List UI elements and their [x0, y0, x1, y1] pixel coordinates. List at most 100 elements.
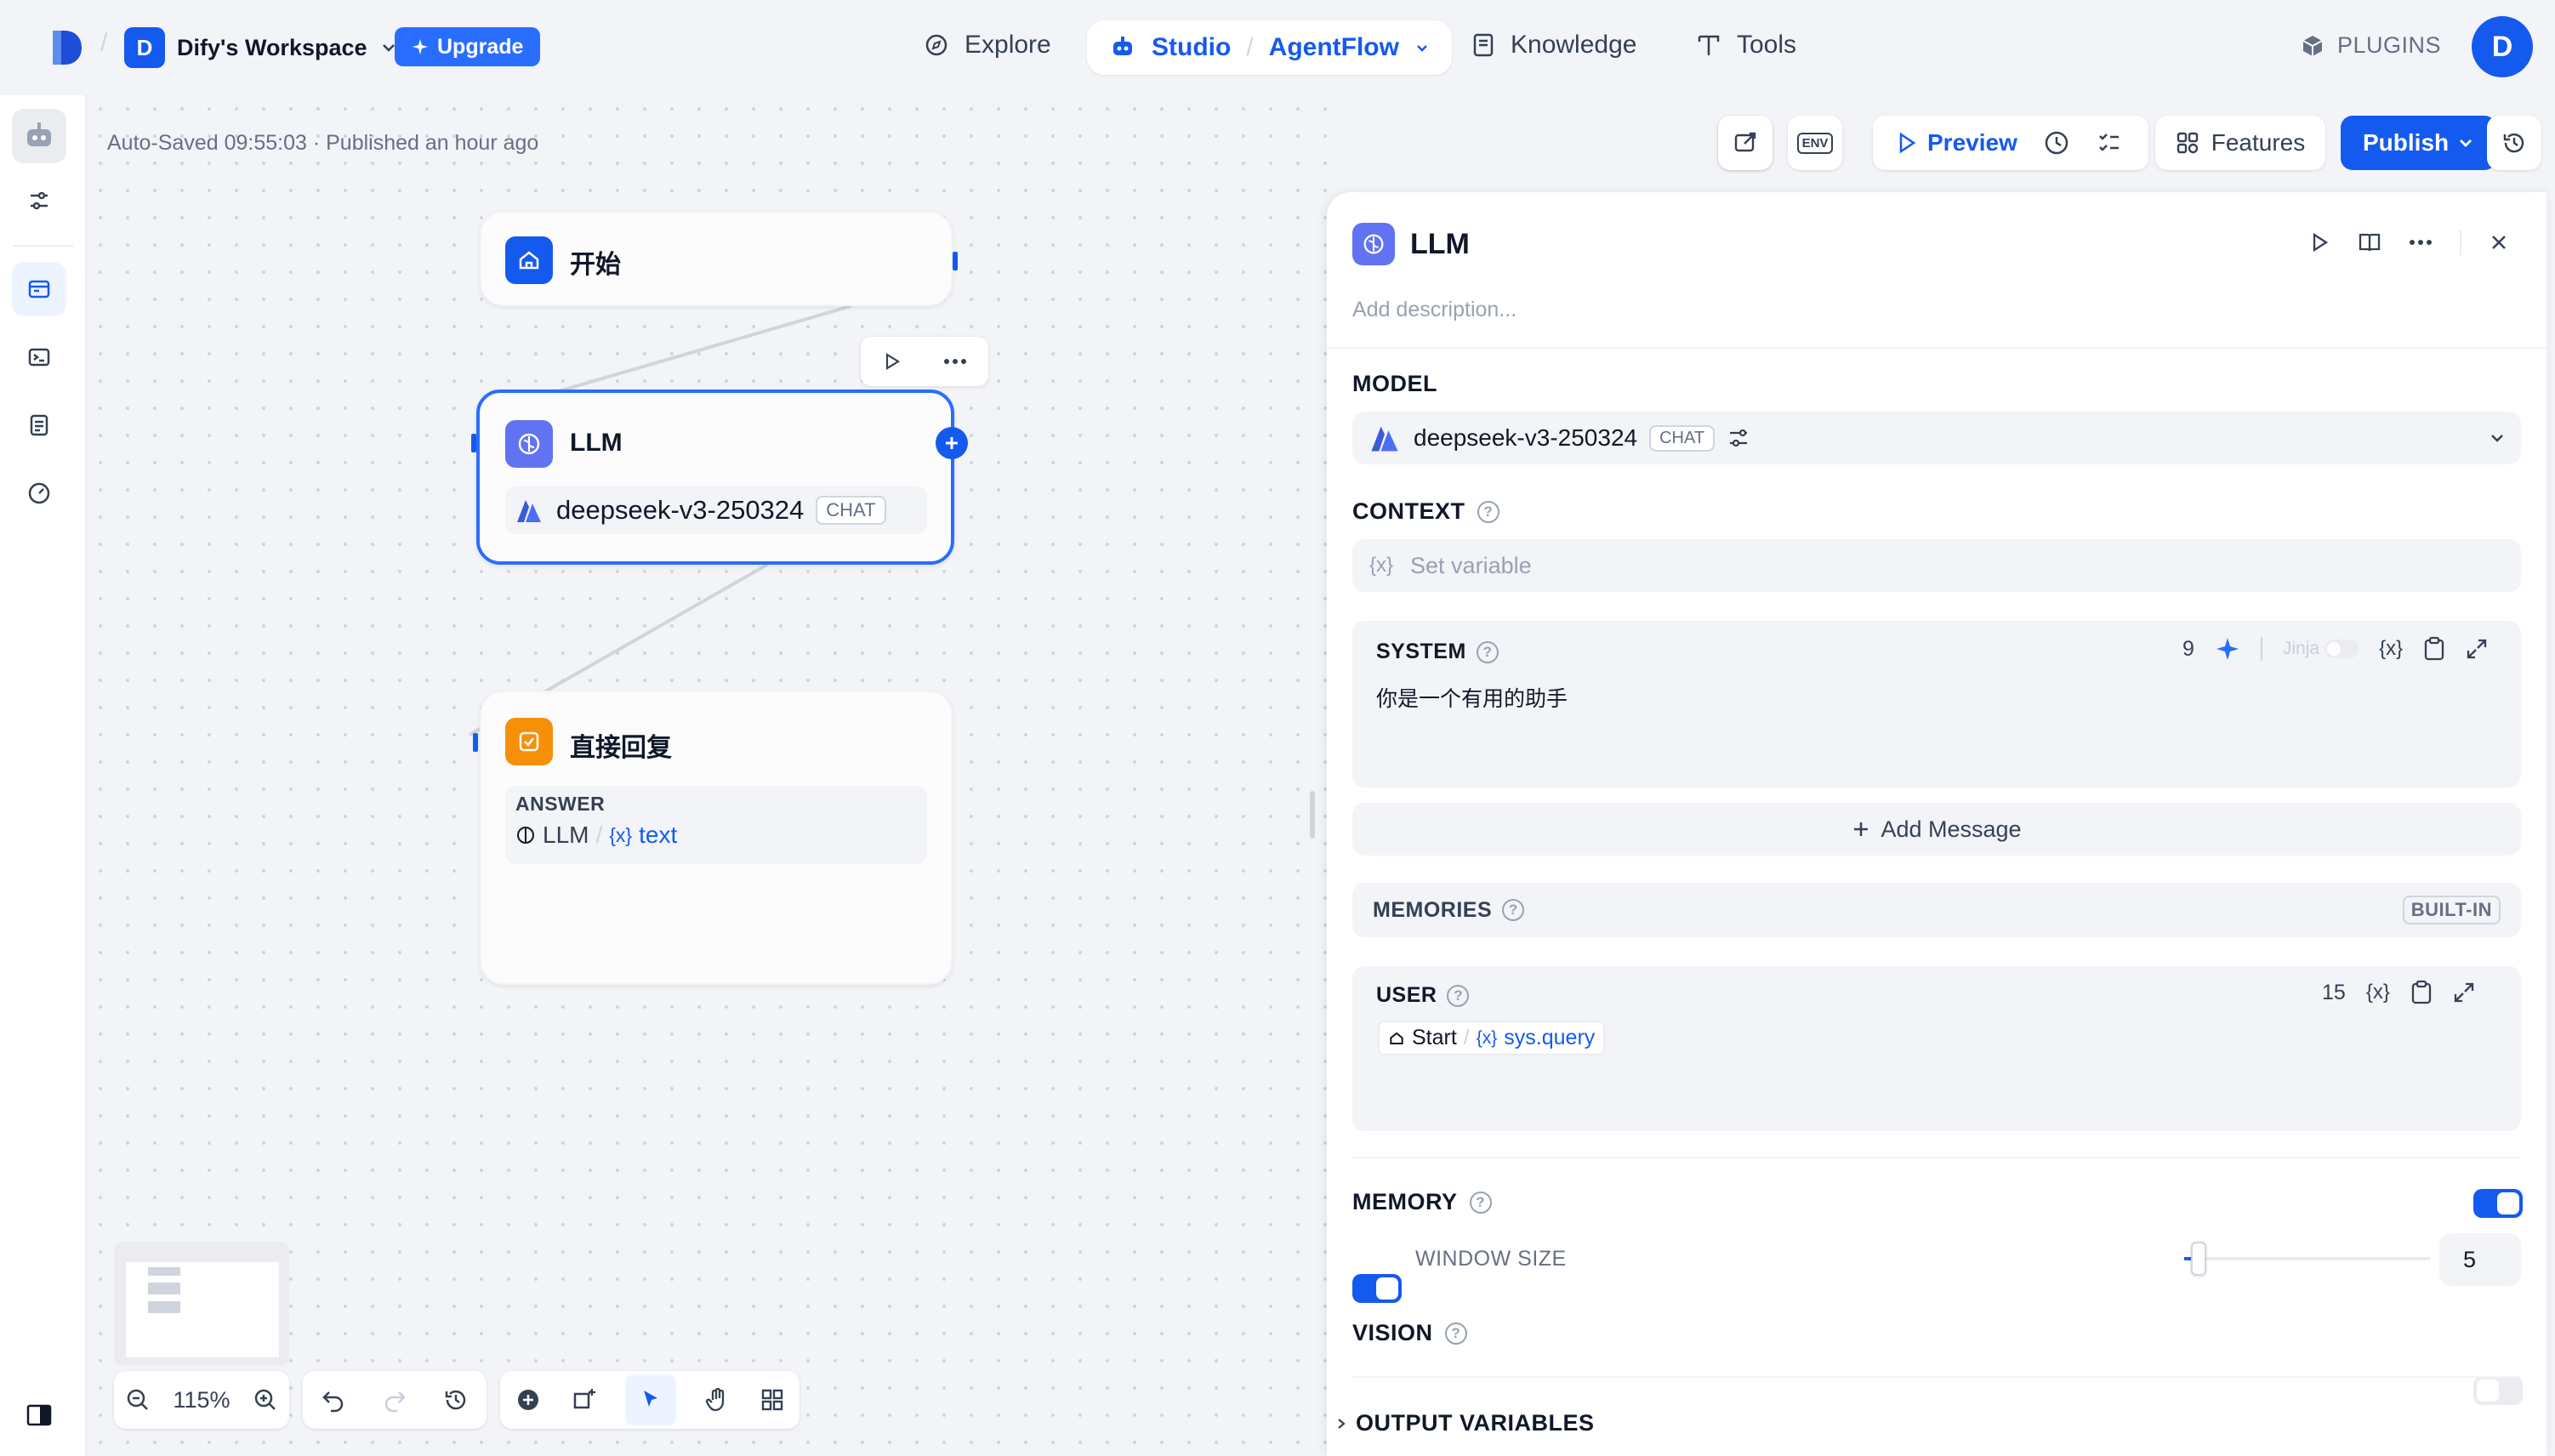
memory-toggle[interactable] [2473, 1189, 2523, 1218]
panel-resize-handle[interactable] [1310, 791, 1315, 839]
gauge-icon [28, 482, 50, 504]
publish-button[interactable]: Publish [2341, 116, 2497, 170]
start-node-handle[interactable] [953, 252, 958, 270]
user-var-name: sys.query [1504, 1026, 1596, 1049]
window-size-toggle[interactable] [1352, 1274, 1402, 1303]
insert-variable-icon[interactable]: {x} [2366, 981, 2390, 1004]
sidebar-item-orchestrate[interactable] [12, 262, 66, 316]
close-icon[interactable] [2489, 232, 2509, 253]
start-node[interactable]: 开始 [480, 211, 958, 306]
redo-icon[interactable] [382, 1387, 407, 1413]
zoom-out-icon[interactable] [125, 1387, 151, 1413]
zoom-in-icon[interactable] [253, 1387, 278, 1413]
avatar[interactable]: D [2472, 16, 2533, 77]
add-message-button[interactable]: Add Message [1352, 803, 2521, 856]
chevron-down-icon[interactable] [1414, 40, 1430, 55]
description-input[interactable]: Add description... [1352, 298, 1516, 322]
user-variable-tag[interactable]: Start / {x} sys.query [1378, 1021, 1606, 1055]
expand-icon[interactable] [2466, 638, 2488, 660]
sparkle-icon [413, 39, 428, 54]
upgrade-button[interactable]: Upgrade [395, 27, 541, 66]
nav-explore[interactable]: Explore [924, 31, 1051, 60]
output-variables-toggle[interactable]: OUTPUT VARIABLES [1335, 1410, 1595, 1436]
clipboard-icon[interactable] [2423, 636, 2445, 662]
plugins-button[interactable]: PLUGINS [2300, 32, 2441, 59]
window-size-slider[interactable] [2184, 1242, 2431, 1276]
env-icon: ENV [1796, 132, 1834, 154]
vision-toggle[interactable] [2473, 1376, 2523, 1405]
add-node-icon[interactable] [515, 1386, 542, 1413]
history-icon[interactable] [443, 1387, 469, 1413]
history-controls [303, 1371, 487, 1429]
slider-thumb[interactable] [2191, 1242, 2206, 1276]
pointer-mode-button[interactable] [624, 1374, 676, 1425]
clipboard-icon[interactable] [2410, 980, 2433, 1005]
image-edit-icon [1734, 132, 1756, 152]
help-icon[interactable]: ? [1469, 1191, 1492, 1214]
help-icon[interactable]: ? [1447, 984, 1470, 1007]
play-icon [1899, 132, 1916, 154]
jinja-switch[interactable] [2325, 640, 2359, 658]
hand-icon[interactable] [704, 1386, 731, 1413]
help-icon[interactable]: ? [1502, 899, 1525, 921]
history-run-icon[interactable] [2043, 129, 2070, 156]
preview-button[interactable]: Preview [1897, 129, 2017, 156]
context-variable-selector[interactable]: {x} Set variable [1352, 539, 2521, 592]
window-icon [28, 280, 50, 299]
insert-variable-icon[interactable]: {x} [2379, 637, 2403, 661]
llm-node-target-handle[interactable] [471, 434, 476, 452]
llm-node[interactable]: LLM deepseek-v3-250324 CHAT [471, 390, 968, 565]
sparkle-icon[interactable] [2215, 636, 2240, 662]
memories-section: MEMORIES ? BUILT-IN [1352, 883, 2521, 937]
more-icon[interactable] [942, 357, 968, 366]
system-prompt-text[interactable]: 你是一个有用的助手 [1376, 682, 1568, 713]
home-icon [505, 236, 553, 284]
nav-app-name[interactable]: AgentFlow [1269, 33, 1399, 62]
app-settings-button[interactable] [12, 173, 66, 228]
book-icon [1473, 33, 1494, 57]
book-open-icon[interactable] [2358, 231, 2381, 253]
memory-label: MEMORY [1352, 1189, 1458, 1214]
expand-icon[interactable] [2453, 981, 2475, 1004]
sidebar-item-api[interactable] [12, 330, 66, 384]
add-note-icon[interactable] [570, 1386, 597, 1413]
version-history-button[interactable] [2487, 116, 2541, 170]
user-prompt-editor[interactable]: USER ? 15 {x} Start / {x} sys.query [1352, 966, 2521, 1131]
play-icon[interactable] [881, 351, 902, 372]
memory-header: MEMORY ? [1352, 1189, 1492, 1215]
system-prompt-editor[interactable]: SYSTEM ? 9 Jinja {x} 你是一个有用的助手 [1352, 621, 2521, 788]
play-icon[interactable] [2308, 231, 2330, 253]
help-icon[interactable]: ? [1477, 500, 1499, 523]
workspace-switcher[interactable]: D Dify's Workspace [124, 27, 398, 68]
checklist-icon[interactable] [2096, 129, 2123, 156]
more-icon[interactable] [2409, 239, 2433, 246]
dify-logo-icon[interactable] [49, 29, 85, 66]
sidebar-item-monitoring[interactable] [12, 466, 66, 520]
model-selector[interactable]: deepseek-v3-250324 CHAT [1352, 412, 2521, 464]
toggle-sidebar-button[interactable] [12, 1388, 66, 1442]
nav-knowledge[interactable]: Knowledge [1471, 31, 1636, 60]
import-button[interactable] [1718, 116, 1773, 170]
answer-node[interactable]: 直接回复 ANSWER LLM / {x} text [473, 691, 953, 985]
add-next-node-button[interactable] [936, 427, 968, 459]
features-button[interactable]: Features [2155, 116, 2325, 170]
add-message-label: Add Message [1881, 816, 2022, 842]
help-icon[interactable]: ? [1476, 640, 1499, 663]
zoom-level[interactable]: 115% [173, 1387, 230, 1413]
jinja-label: Jinja [2282, 639, 2320, 658]
undo-icon[interactable] [321, 1387, 346, 1413]
sidebar-item-logs[interactable] [12, 398, 66, 452]
nav-tools[interactable]: Tools [1696, 31, 1796, 60]
app-icon[interactable] [12, 109, 66, 163]
panel-title[interactable]: LLM [1410, 228, 1470, 261]
minimap[interactable] [114, 1242, 289, 1366]
answer-node-handle[interactable] [473, 733, 478, 752]
nav-studio[interactable]: Studio / AgentFlow [1087, 20, 1452, 75]
plugins-label: PLUGINS [2337, 32, 2442, 58]
jinja-toggle[interactable]: Jinja [2283, 639, 2359, 659]
layout-icon[interactable] [760, 1387, 785, 1413]
settings-sliders-icon[interactable] [1727, 426, 1750, 450]
env-button[interactable]: ENV [1788, 116, 1842, 170]
help-icon[interactable]: ? [1444, 1322, 1467, 1345]
window-size-input[interactable]: 5 [2439, 1233, 2521, 1286]
